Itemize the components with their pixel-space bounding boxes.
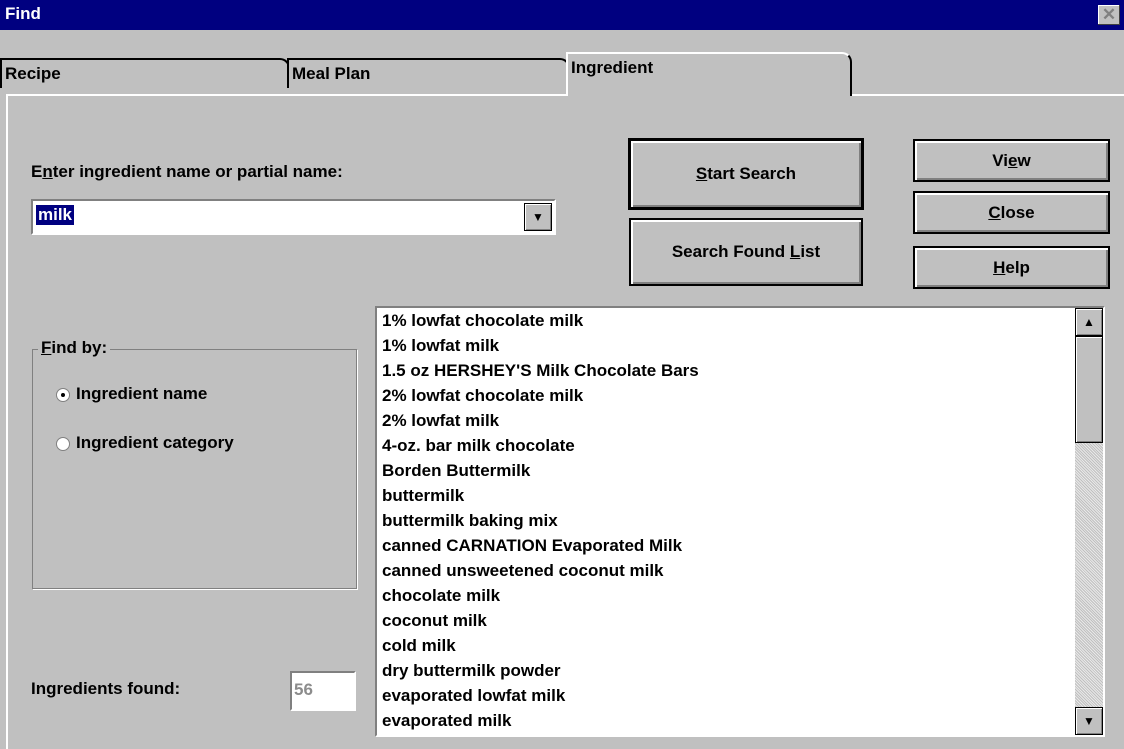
results-scrollbar[interactable]: ▲ ▼ — [1075, 308, 1103, 735]
help-button[interactable]: Help — [913, 246, 1110, 289]
tab-recipe-label: Recipe — [5, 64, 61, 83]
dropdown-arrow-icon[interactable]: ▼ — [524, 203, 552, 231]
tab-ingredient[interactable]: Ingredient — [566, 52, 852, 96]
list-item[interactable]: evaporated milk — [382, 708, 1072, 733]
scroll-thumb[interactable] — [1075, 336, 1103, 443]
list-item[interactable]: 1% lowfat chocolate milk — [382, 308, 1072, 333]
ingredients-found-label: Ingredients found: — [31, 679, 181, 698]
radio-ingredient-category-label: Ingredient category — [76, 433, 234, 452]
tab-meal-plan[interactable]: Meal Plan — [287, 58, 570, 88]
window-title: Find — [5, 4, 41, 23]
list-item[interactable]: canned unsweetened coconut milk — [382, 558, 1072, 583]
list-item[interactable]: 2% lowfat chocolate milk — [382, 383, 1072, 408]
list-item[interactable]: buttermilk baking mix — [382, 508, 1072, 533]
search-found-list-button[interactable]: Search Found List — [629, 218, 863, 286]
list-item[interactable]: canned CARNATION Evaporated Milk — [382, 533, 1072, 558]
radio-ingredient-name-label: Ingredient name — [76, 384, 208, 403]
list-item[interactable]: dry buttermilk powder — [382, 658, 1072, 683]
list-item[interactable]: Borden Buttermilk — [382, 458, 1072, 483]
list-item[interactable]: evaporated lowfat milk — [382, 683, 1072, 708]
start-search-button[interactable]: Start Search — [628, 138, 864, 210]
list-item[interactable]: 2% lowfat milk — [382, 408, 1072, 433]
list-item[interactable]: 1% lowfat milk — [382, 333, 1072, 358]
list-item[interactable]: coconut milk — [382, 608, 1072, 633]
title-bar: Find ✕ — [0, 0, 1124, 30]
view-button[interactable]: View — [913, 139, 1110, 182]
list-item[interactable]: chocolate milk — [382, 583, 1072, 608]
close-button[interactable]: Close — [913, 191, 1110, 234]
list-item[interactable]: buttermilk — [382, 483, 1072, 508]
list-item[interactable]: 4-oz. bar milk chocolate — [382, 433, 1072, 458]
list-item[interactable]: 1.5 oz HERSHEY'S Milk Chocolate Bars — [382, 358, 1072, 383]
find-by-label: Find by: — [38, 338, 111, 358]
list-item[interactable]: cold milk — [382, 633, 1072, 658]
scroll-up-icon[interactable]: ▲ — [1075, 308, 1103, 336]
results-list: 1% lowfat chocolate milk 1% lowfat milk … — [382, 308, 1072, 733]
tab-recipe[interactable]: Recipe — [0, 58, 290, 88]
tab-meal-plan-label: Meal Plan — [292, 64, 371, 83]
radio-unselected-icon — [56, 437, 70, 451]
search-label: Enter ingredient name or partial name: — [31, 162, 343, 181]
scroll-down-icon[interactable]: ▼ — [1075, 707, 1103, 735]
results-listbox[interactable]: 1% lowfat chocolate milk 1% lowfat milk … — [375, 306, 1105, 737]
ingredient-search-combobox[interactable]: milk ▼ — [31, 199, 556, 235]
radio-selected-icon — [56, 388, 70, 402]
tab-strip: Recipe Meal Plan Ingredient — [0, 30, 1124, 96]
tab-ingredient-label: Ingredient — [571, 58, 654, 77]
ingredients-found-count: 56 — [290, 671, 356, 711]
close-window-icon[interactable]: ✕ — [1098, 5, 1120, 25]
search-input[interactable]: milk — [36, 205, 75, 225]
